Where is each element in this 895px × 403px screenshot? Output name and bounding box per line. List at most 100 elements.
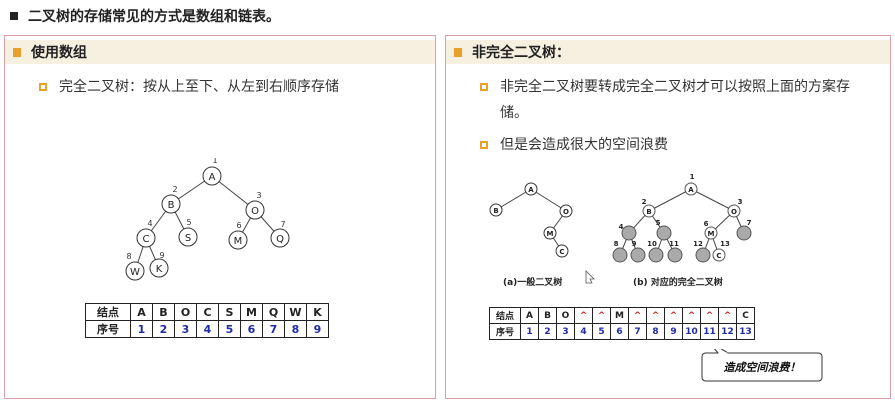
node-label: B xyxy=(493,207,498,215)
table-row: 结点 A B O C S M Q W K xyxy=(85,303,329,321)
table-cell: ^ xyxy=(628,307,647,324)
table-cell: 7 xyxy=(262,320,285,338)
table-cell: ^ xyxy=(718,307,737,324)
node-index: 5 xyxy=(656,219,661,227)
table-cell: 6 xyxy=(240,320,263,338)
node-index: 12 xyxy=(693,240,703,248)
node-label: B xyxy=(646,208,651,216)
callout-text: 造成空间浪费！ xyxy=(724,361,801,374)
tree-b-node-4 xyxy=(621,225,637,241)
node-index: 5 xyxy=(186,218,191,227)
table-cell: O xyxy=(556,307,575,324)
node-index: 2 xyxy=(172,185,177,194)
node-label: Q xyxy=(276,234,284,245)
node-index: 4 xyxy=(147,219,152,228)
table-cell: B xyxy=(538,307,557,324)
node-label: W xyxy=(130,267,140,278)
node-index: 8 xyxy=(614,240,619,248)
right-heading-text: 非完全二叉树： xyxy=(472,45,570,61)
node-index: 6 xyxy=(236,221,241,230)
left-heading-text: 使用数组 xyxy=(31,45,87,61)
node-index: 11 xyxy=(669,240,679,248)
table-cell: S xyxy=(218,303,241,321)
table-header-cell: 结点 xyxy=(85,303,131,321)
node-label: C xyxy=(143,234,150,245)
table-cell: M xyxy=(610,307,629,324)
table-header-cell: 序号 xyxy=(85,320,131,338)
table-cell: 6 xyxy=(610,323,629,340)
table-cell: 5 xyxy=(592,323,611,340)
node-index: 9 xyxy=(159,251,164,260)
node-index: 7 xyxy=(747,219,752,227)
node-index: 6 xyxy=(704,220,709,228)
node-label: A xyxy=(528,186,534,194)
table-cell: 5 xyxy=(218,320,241,338)
node-label: C xyxy=(716,252,721,260)
table-cell: 2 xyxy=(152,320,175,338)
table-cell: 10 xyxy=(682,323,701,340)
node-index: 13 xyxy=(720,240,730,248)
table-cell: ^ xyxy=(592,307,611,324)
table-cell: 9 xyxy=(664,323,683,340)
node-label: O xyxy=(563,208,569,216)
table-cell: ^ xyxy=(664,307,683,324)
table-cell: ^ xyxy=(574,307,593,324)
node-label: C xyxy=(559,248,564,256)
node-index: 2 xyxy=(642,198,647,206)
table-cell: A xyxy=(130,303,153,321)
table-cell: 4 xyxy=(196,320,219,338)
right-panel: 非完全二叉树： 非完全二叉树要转成完全二叉树才可以按照上面的方案存 储。 但是会… xyxy=(445,35,891,399)
node-index: 3 xyxy=(738,198,743,206)
tree-b-node-7 xyxy=(736,225,752,241)
table-row: 序号 1 2 3 4 5 6 7 8 9 10 11 12 13 xyxy=(489,323,755,340)
left-bullet-text: 完全二叉树：按从上至下、从左到右顺序存储 xyxy=(59,79,339,95)
left-bullet: 完全二叉树：按从上至下、从左到右顺序存储 xyxy=(39,74,339,100)
orange-square-icon xyxy=(13,47,21,57)
node-index: 8 xyxy=(126,252,131,261)
left-index-table: 结点 A B O C S M Q W K 序号 1 2 3 4 5 6 7 8 … xyxy=(85,303,329,338)
table-header-cell: 结点 xyxy=(489,307,521,324)
right-bullet-1-line-2: 储。 xyxy=(500,105,528,121)
table-cell: A xyxy=(520,307,539,324)
right-bullet-2: 但是会造成很大的空间浪费 xyxy=(480,132,668,158)
table-cell: 4 xyxy=(574,323,593,340)
tree-b-node-10 xyxy=(648,247,664,263)
right-bullet-1: 非完全二叉树要转成完全二叉树才可以按照上面的方案存 储。 xyxy=(480,74,880,126)
table-cell: K xyxy=(306,303,329,321)
caption-a: (a)一般二叉树 xyxy=(503,276,562,288)
node-index: 10 xyxy=(647,240,657,248)
node-label: M xyxy=(708,230,715,238)
node-label: A xyxy=(209,172,216,183)
table-cell: 12 xyxy=(718,323,737,340)
left-heading: 使用数组 xyxy=(5,40,435,64)
table-header-cell: 序号 xyxy=(489,323,521,340)
table-cell: 11 xyxy=(700,323,719,340)
table-cell: ^ xyxy=(700,307,719,324)
hollow-square-icon xyxy=(39,83,47,91)
hollow-square-icon xyxy=(480,141,488,149)
node-index: 1 xyxy=(690,173,695,181)
table-cell: 3 xyxy=(174,320,197,338)
tree-b-node-11 xyxy=(667,247,683,263)
orange-square-icon xyxy=(454,47,462,57)
table-cell: 2 xyxy=(538,323,557,340)
table-cell: 8 xyxy=(284,320,307,338)
right-bullet-2-text: 但是会造成很大的空间浪费 xyxy=(500,137,668,153)
node-label: B xyxy=(168,200,175,211)
node-label: A xyxy=(688,186,694,194)
waste-callout: 造成空间浪费！ xyxy=(701,349,823,382)
table-cell: 1 xyxy=(130,320,153,338)
node-label: M xyxy=(547,230,554,238)
table-cell: M xyxy=(240,303,263,321)
node-index: 4 xyxy=(619,223,624,231)
node-label: K xyxy=(156,264,163,275)
tree-b-node-5 xyxy=(656,225,672,241)
slide-title: 二叉树的存储常见的方式是数组和链表。 xyxy=(10,6,280,26)
table-cell: C xyxy=(196,303,219,321)
table-cell: 7 xyxy=(628,323,647,340)
right-heading: 非完全二叉树： xyxy=(446,40,890,64)
node-index: 1 xyxy=(212,158,217,165)
right-bullet-1-line-1: 非完全二叉树要转成完全二叉树才可以按照上面的方案存 xyxy=(500,79,850,95)
table-cell: O xyxy=(174,303,197,321)
table-cell: 1 xyxy=(520,323,539,340)
